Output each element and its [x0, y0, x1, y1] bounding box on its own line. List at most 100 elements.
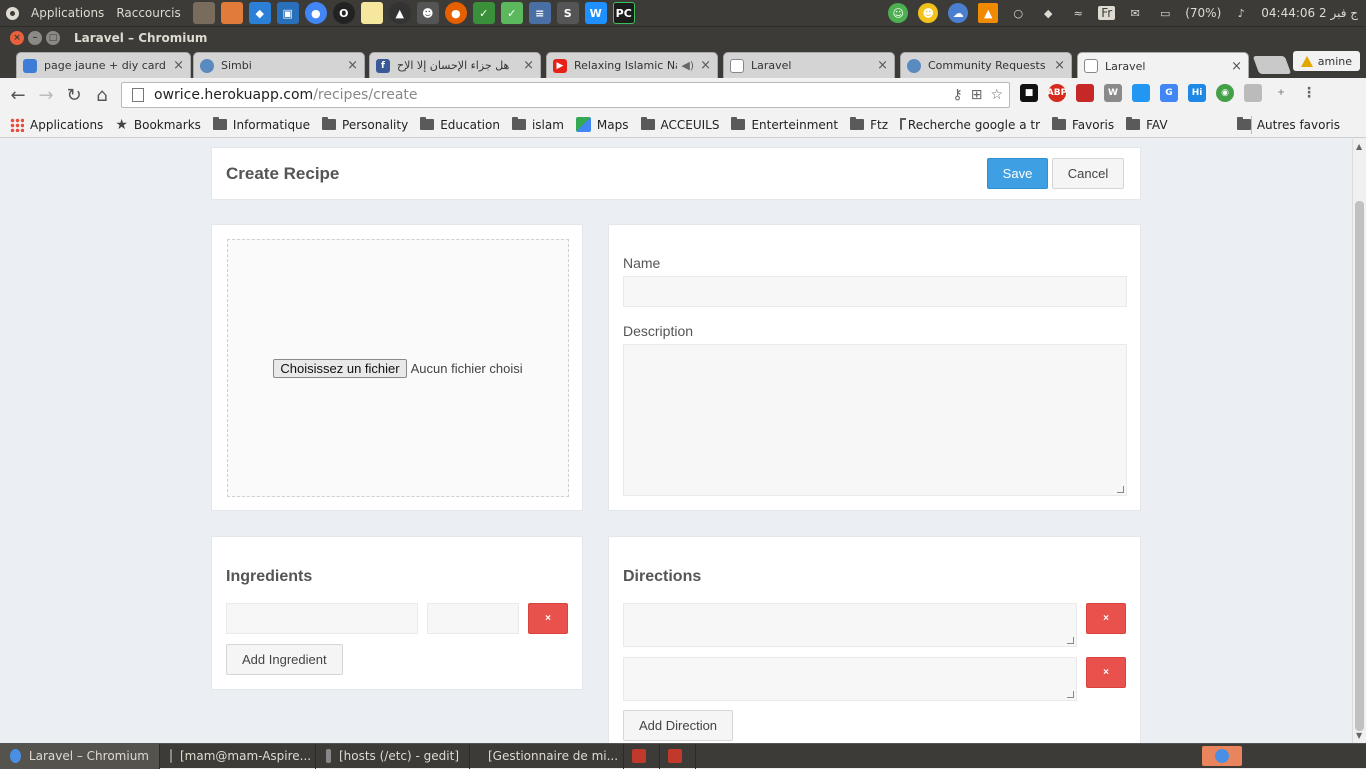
- back-arrow-icon[interactable]: ←: [4, 81, 32, 109]
- extension-square-icon[interactable]: ■: [1020, 84, 1038, 102]
- bookmark-informatique[interactable]: Informatique: [212, 117, 310, 132]
- bulb-icon[interactable]: ○: [1008, 3, 1028, 23]
- extension-chat-icon[interactable]: [1244, 84, 1262, 102]
- forward-arrow-icon[interactable]: →: [32, 81, 60, 109]
- extension-book-icon[interactable]: [1076, 84, 1094, 102]
- mail-icon[interactable]: ✉: [1125, 3, 1145, 23]
- tasks-icon[interactable]: ✓: [472, 2, 495, 24]
- os-menu-applications[interactable]: Applications: [31, 6, 104, 20]
- name-input[interactable]: [623, 276, 1127, 307]
- remove-ingredient-button[interactable]: ×: [528, 603, 568, 634]
- files-drawer-icon[interactable]: [192, 2, 215, 24]
- new-tab-button[interactable]: [1252, 56, 1292, 74]
- sublime-icon[interactable]: S: [556, 2, 579, 24]
- task-gestionnaire[interactable]: [Gestionnaire de mi...: [470, 743, 624, 769]
- tab-simbi[interactable]: Simbi ×: [193, 52, 365, 78]
- remove-direction-button[interactable]: ×: [1086, 657, 1126, 688]
- tab-close-icon[interactable]: ×: [1231, 59, 1242, 74]
- ingredient-name-input[interactable]: [226, 603, 418, 634]
- key-icon[interactable]: ⚷: [952, 87, 962, 103]
- profile-button[interactable]: amine: [1292, 51, 1360, 71]
- home-icon[interactable]: ⌂: [88, 81, 116, 109]
- extension-plus-icon[interactable]: +: [1272, 84, 1290, 102]
- scroll-up-icon[interactable]: ▲: [1356, 142, 1362, 151]
- description-textarea[interactable]: [623, 344, 1127, 496]
- tab-youtube[interactable]: ▶ Relaxing Islamic Na ◀) ×: [546, 52, 718, 78]
- save-button[interactable]: Save: [987, 158, 1048, 189]
- bookmark-other-favorites[interactable]: Autres favoris: [1236, 117, 1340, 132]
- bookmark-ftz[interactable]: Ftz: [850, 117, 888, 132]
- pycharm-icon[interactable]: PC: [612, 2, 635, 24]
- webstorm-icon[interactable]: W: [584, 2, 607, 24]
- os-menu-raccourcis[interactable]: Raccourcis: [116, 6, 180, 20]
- firefox-icon[interactable]: ●: [444, 2, 467, 24]
- bookmark-favoris[interactable]: Favoris: [1052, 117, 1114, 132]
- scrollbar-thumb[interactable]: [1355, 201, 1364, 731]
- task-app-red-1[interactable]: [624, 743, 660, 769]
- resize-handle-icon[interactable]: [1067, 637, 1074, 644]
- extension-eye-icon[interactable]: ◉: [1216, 84, 1234, 102]
- translate-icon[interactable]: ⊞: [971, 87, 983, 103]
- menu-dots-icon[interactable]: ⋮: [1300, 84, 1318, 102]
- shield-icon[interactable]: W: [1104, 84, 1122, 102]
- tab-close-icon[interactable]: ×: [523, 58, 534, 73]
- bookmark-maps[interactable]: Maps: [575, 117, 629, 132]
- window-maximize-icon[interactable]: □: [46, 30, 60, 45]
- window-close-icon[interactable]: ×: [10, 30, 24, 45]
- task-terminal[interactable]: [mam@mam-Aspire...: [160, 743, 316, 769]
- tab-laravel-active[interactable]: Laravel ×: [1077, 52, 1249, 79]
- battery-icon[interactable]: ▭: [1155, 3, 1175, 23]
- resize-handle-icon[interactable]: [1067, 691, 1074, 698]
- bookmark-star-icon[interactable]: ☆: [990, 87, 1003, 103]
- wifi-icon[interactable]: ≈: [1068, 3, 1088, 23]
- tab-close-icon[interactable]: ×: [1054, 58, 1065, 73]
- window-minimize-icon[interactable]: –: [28, 30, 42, 45]
- tab-laravel-1[interactable]: Laravel ×: [723, 52, 895, 78]
- audio-playing-icon[interactable]: ◀): [681, 59, 694, 72]
- volume-icon[interactable]: ♪: [1231, 3, 1251, 23]
- tab-close-icon[interactable]: ×: [347, 58, 358, 73]
- tab-facebook[interactable]: f هل جزاء الإحسان إلا الإح ×: [369, 52, 541, 78]
- folder-app-icon[interactable]: [220, 2, 243, 24]
- remove-direction-button[interactable]: ×: [1086, 603, 1126, 634]
- tray-weather-icon[interactable]: ☁: [948, 3, 969, 23]
- ingredient-quantity-input[interactable]: [427, 603, 519, 634]
- gimp-icon[interactable]: ☻: [416, 2, 439, 24]
- vscode-icon[interactable]: ◆: [248, 2, 271, 24]
- task-gedit[interactable]: [hosts (/etc) - gedit]: [316, 743, 470, 769]
- checklist-icon[interactable]: ✓: [500, 2, 523, 24]
- bookmark-personality[interactable]: Personality: [322, 117, 408, 132]
- inkscape-icon[interactable]: ▲: [388, 2, 411, 24]
- task-chromium[interactable]: Laravel – Chromium: [0, 743, 160, 769]
- vlc-icon[interactable]: ▲: [978, 3, 999, 23]
- resize-handle-icon[interactable]: [1117, 486, 1124, 493]
- tab-close-icon[interactable]: ×: [877, 58, 888, 73]
- bookmark-enterteinment[interactable]: Enterteinment: [731, 117, 838, 132]
- reload-icon[interactable]: ↻: [60, 81, 88, 109]
- adblock-icon[interactable]: ABP: [1047, 84, 1067, 102]
- tab-page-jaune[interactable]: page jaune + diy card v ×: [16, 52, 191, 78]
- extension-window-icon[interactable]: [1132, 84, 1150, 102]
- bookmark-acceuils[interactable]: ACCEUILS: [640, 117, 719, 132]
- page-scrollbar[interactable]: ▲ ▼: [1352, 139, 1366, 743]
- direction-textarea[interactable]: [623, 657, 1077, 701]
- add-direction-button[interactable]: Add Direction: [623, 710, 734, 741]
- cancel-button[interactable]: Cancel: [1052, 158, 1124, 189]
- opera-icon[interactable]: O: [332, 2, 355, 24]
- task-app-red-2[interactable]: [660, 743, 696, 769]
- workspace-chromium-thumb[interactable]: [1202, 746, 1242, 766]
- extension-hi-icon[interactable]: Hi: [1188, 84, 1206, 102]
- chromium-icon[interactable]: ●: [304, 2, 327, 24]
- clock[interactable]: 04:44:06 2 ج فبر: [1261, 6, 1358, 20]
- bookmark-fav[interactable]: FAV: [1126, 117, 1168, 132]
- dropbox-icon[interactable]: ◆: [1038, 3, 1058, 23]
- page-info-icon[interactable]: [132, 88, 144, 102]
- bookmark-bookmarks[interactable]: ★ Bookmarks: [115, 117, 201, 133]
- bookmark-recherche[interactable]: Recherche google a tr: [900, 117, 1040, 132]
- tab-close-icon[interactable]: ×: [700, 58, 711, 73]
- add-ingredient-button[interactable]: Add Ingredient: [226, 644, 343, 675]
- virtualbox-icon[interactable]: ▣: [276, 2, 299, 24]
- direction-textarea[interactable]: [623, 603, 1077, 647]
- calculator-icon[interactable]: ≡: [528, 2, 551, 24]
- tray-mascot-icon[interactable]: ☻: [918, 3, 939, 23]
